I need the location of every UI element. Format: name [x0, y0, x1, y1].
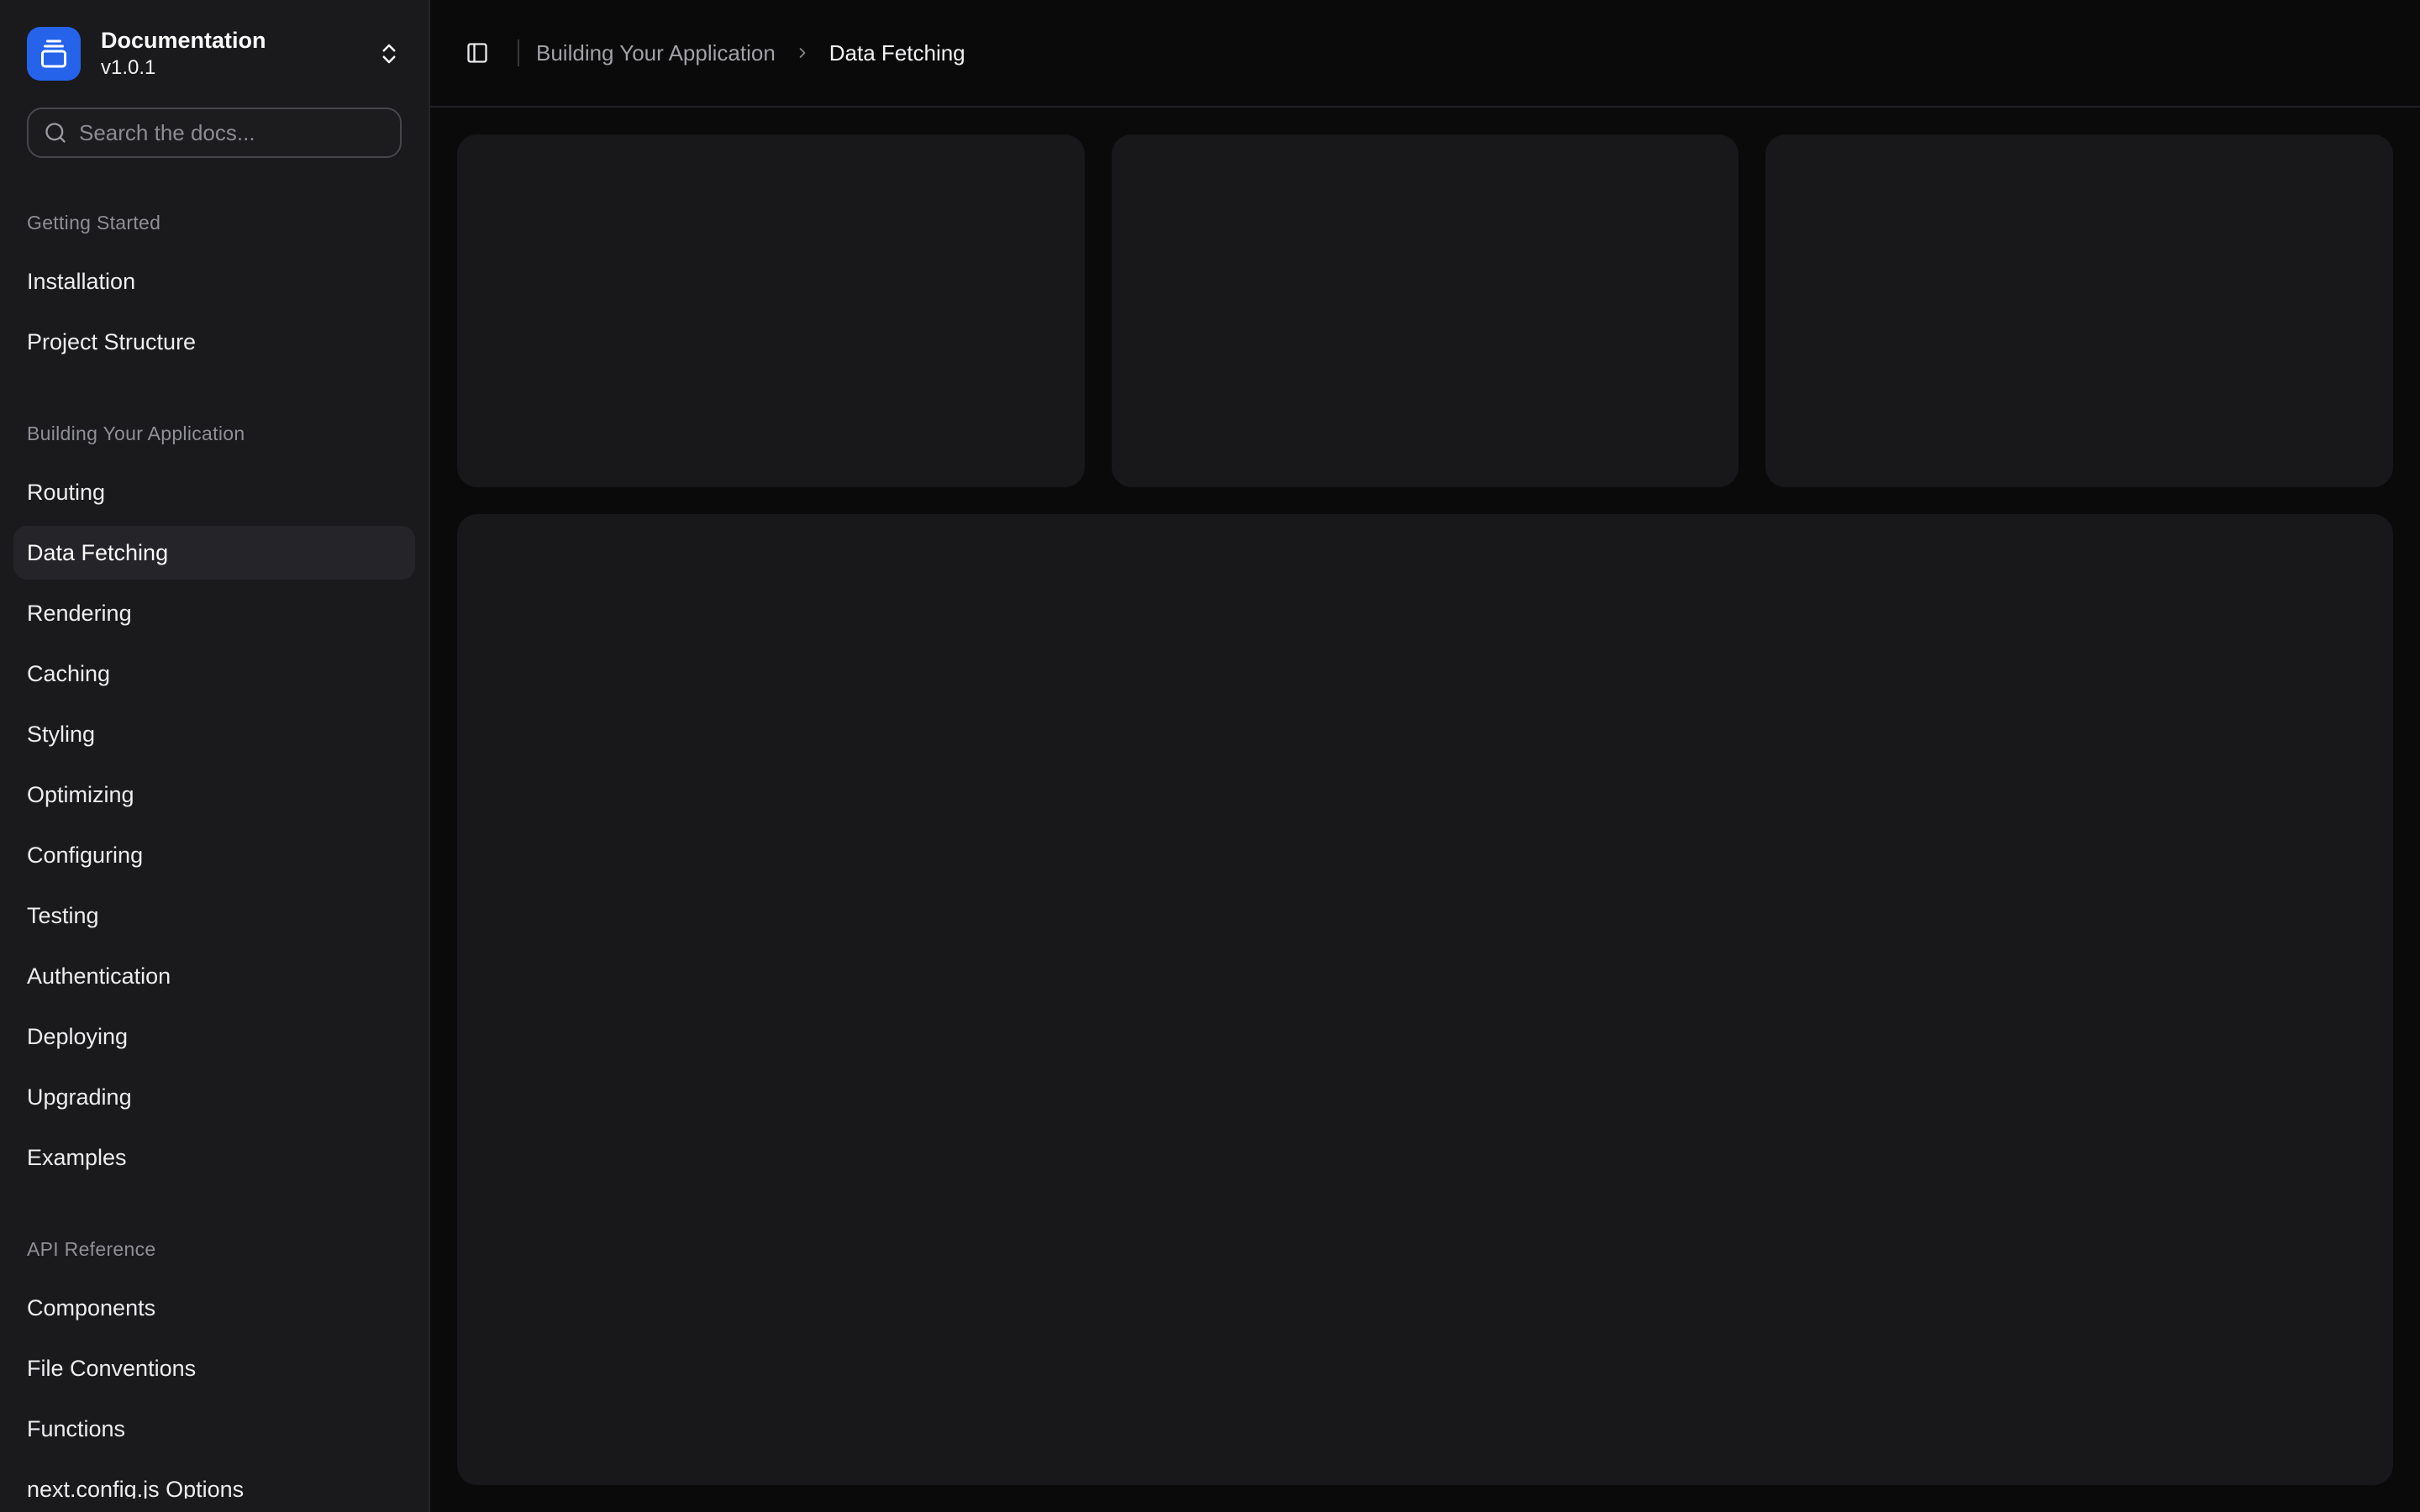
main-header: Building Your Application Data Fetching — [430, 0, 2420, 108]
version-switcher-text: Documentation v1.0.1 — [101, 27, 266, 80]
app-version: v1.0.1 — [101, 56, 266, 81]
sidebar-item-functions[interactable]: Functions — [13, 1402, 415, 1456]
sidebar-item-examples[interactable]: Examples — [13, 1131, 415, 1184]
sidebar-item-configuring[interactable]: Configuring — [13, 828, 415, 882]
search-input[interactable] — [79, 120, 385, 146]
main-area: Building Your Application Data Fetching — [430, 0, 2420, 1512]
sidebar-item-authentication[interactable]: Authentication — [13, 949, 415, 1003]
app-window: Documentation v1.0.1 Getting Started Ins… — [0, 0, 2420, 1512]
placeholder-card — [1112, 134, 1739, 487]
sidebar-toggle-button[interactable] — [454, 29, 501, 76]
sidebar-item-upgrading[interactable]: Upgrading — [13, 1070, 415, 1124]
sidebar-item-installation[interactable]: Installation — [13, 255, 415, 308]
chevron-right-icon — [794, 45, 811, 61]
nav-group-label-getting-started: Getting Started — [27, 212, 402, 234]
placeholder-panel — [457, 514, 2393, 1485]
breadcrumb-link-section[interactable]: Building Your Application — [536, 40, 776, 66]
sidebar-item-rendering[interactable]: Rendering — [13, 586, 415, 640]
placeholder-cards-row — [457, 134, 2393, 487]
sidebar-item-optimizing[interactable]: Optimizing — [13, 768, 415, 822]
placeholder-card — [457, 134, 1085, 487]
sidebar-nav: Getting Started Installation Project Str… — [13, 158, 415, 1499]
sidebar-item-next-config-js-options[interactable]: next.config.js Options — [13, 1462, 415, 1499]
breadcrumb-current-page: Data Fetching — [829, 40, 965, 66]
sidebar-item-data-fetching[interactable]: Data Fetching — [13, 526, 415, 580]
sidebar-item-file-conventions[interactable]: File Conventions — [13, 1341, 415, 1395]
nav-group-getting-started: Installation Project Structure — [13, 255, 415, 369]
panel-left-icon — [466, 41, 489, 65]
page-content — [430, 108, 2420, 1512]
sidebar-item-routing[interactable]: Routing — [13, 465, 415, 519]
search-box — [27, 108, 402, 158]
sidebar-item-components[interactable]: Components — [13, 1281, 415, 1335]
nav-group-label-building-your-application: Building Your Application — [27, 423, 402, 445]
search-icon — [44, 121, 67, 144]
nav-group-building-your-application: Routing Data Fetching Rendering Caching … — [13, 465, 415, 1184]
placeholder-card — [1765, 134, 2393, 487]
breadcrumb: Building Your Application Data Fetching — [536, 40, 965, 66]
sidebar: Documentation v1.0.1 Getting Started Ins… — [0, 0, 430, 1512]
nav-group-api-reference: Components File Conventions Functions ne… — [13, 1281, 415, 1499]
sidebar-item-deploying[interactable]: Deploying — [13, 1010, 415, 1063]
sidebar-item-testing[interactable]: Testing — [13, 889, 415, 942]
sidebar-item-styling[interactable]: Styling — [13, 707, 415, 761]
gallery-vertical-end-icon — [27, 27, 81, 81]
app-title: Documentation — [101, 27, 266, 54]
header-separator — [518, 39, 519, 66]
chevrons-up-down-icon — [376, 41, 402, 66]
nav-group-label-api-reference: API Reference — [27, 1238, 402, 1261]
version-switcher-button[interactable]: Documentation v1.0.1 — [13, 13, 415, 94]
sidebar-item-project-structure[interactable]: Project Structure — [13, 315, 415, 369]
sidebar-item-caching[interactable]: Caching — [13, 647, 415, 701]
